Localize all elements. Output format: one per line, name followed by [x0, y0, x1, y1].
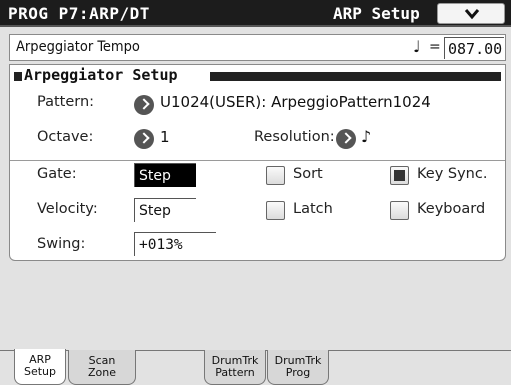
pattern-select-arrow-icon[interactable]: [134, 95, 154, 115]
tab-label: Pattern: [215, 366, 255, 379]
key-sync-label: Key Sync.: [417, 166, 488, 182]
octave-value[interactable]: 1: [160, 128, 170, 146]
tab-label: Prog: [285, 366, 311, 379]
section-divider: [10, 160, 505, 161]
pattern-label: Pattern:: [37, 94, 95, 110]
tempo-equals: =: [429, 39, 441, 55]
velocity-label: Velocity:: [37, 201, 98, 217]
tab-label: Zone: [87, 366, 116, 379]
resolution-value[interactable]: ♪: [361, 127, 371, 146]
octave-label: Octave:: [37, 129, 94, 145]
swing-label: Swing:: [37, 236, 86, 252]
title-bar: PROG P7:ARP/DT ARP Setup: [0, 0, 511, 27]
page-title: ARP Setup: [333, 4, 420, 23]
octave-select-arrow-icon[interactable]: [134, 129, 154, 149]
tab-scan-zone[interactable]: Scan Zone: [68, 350, 136, 385]
program-title: PROG P7:ARP/DT: [8, 4, 150, 23]
swing-field[interactable]: +013%: [134, 232, 216, 256]
sort-checkbox[interactable]: [266, 166, 285, 185]
quarter-note-icon: ♩: [413, 37, 421, 56]
tab-drumtrk-pattern[interactable]: DrumTrk Pattern: [204, 350, 266, 385]
chevron-down-icon: [464, 9, 480, 20]
header-marker: [14, 72, 22, 81]
tempo-field[interactable]: 087.00: [444, 37, 504, 59]
velocity-field[interactable]: Step: [134, 198, 196, 222]
latch-checkbox[interactable]: [266, 201, 285, 220]
page-tabs: ARP Setup Scan Zone DrumTrk Pattern Drum…: [0, 349, 511, 385]
tempo-label: Arpeggiator Tempo: [16, 39, 140, 55]
gate-label: Gate:: [37, 166, 77, 182]
gate-field[interactable]: Step: [134, 163, 196, 187]
tab-label: Setup: [23, 365, 57, 378]
key-sync-checkbox[interactable]: [390, 166, 409, 185]
tempo-row: Arpeggiator Tempo ♩ = 087.00: [9, 34, 506, 61]
panel-title: Arpeggiator Setup: [24, 66, 178, 84]
latch-label: Latch: [293, 201, 333, 217]
resolution-label: Resolution:: [254, 129, 335, 145]
keyboard-label: Keyboard: [417, 201, 486, 217]
keyboard-checkbox[interactable]: [390, 201, 409, 220]
tab-arp-setup[interactable]: ARP Setup: [14, 349, 66, 385]
resolution-select-arrow-icon[interactable]: [336, 129, 356, 149]
tab-drumtrk-prog[interactable]: DrumTrk Prog: [267, 350, 329, 385]
page-menu-button[interactable]: [437, 3, 505, 24]
arp-setup-panel: Arpeggiator Setup Pattern: U1024(USER): …: [9, 64, 506, 261]
header-rule: [210, 72, 501, 81]
pattern-value[interactable]: U1024(USER): ArpeggioPattern1024: [160, 93, 431, 111]
sort-label: Sort: [293, 166, 323, 182]
panel-header: Arpeggiator Setup: [14, 66, 501, 84]
